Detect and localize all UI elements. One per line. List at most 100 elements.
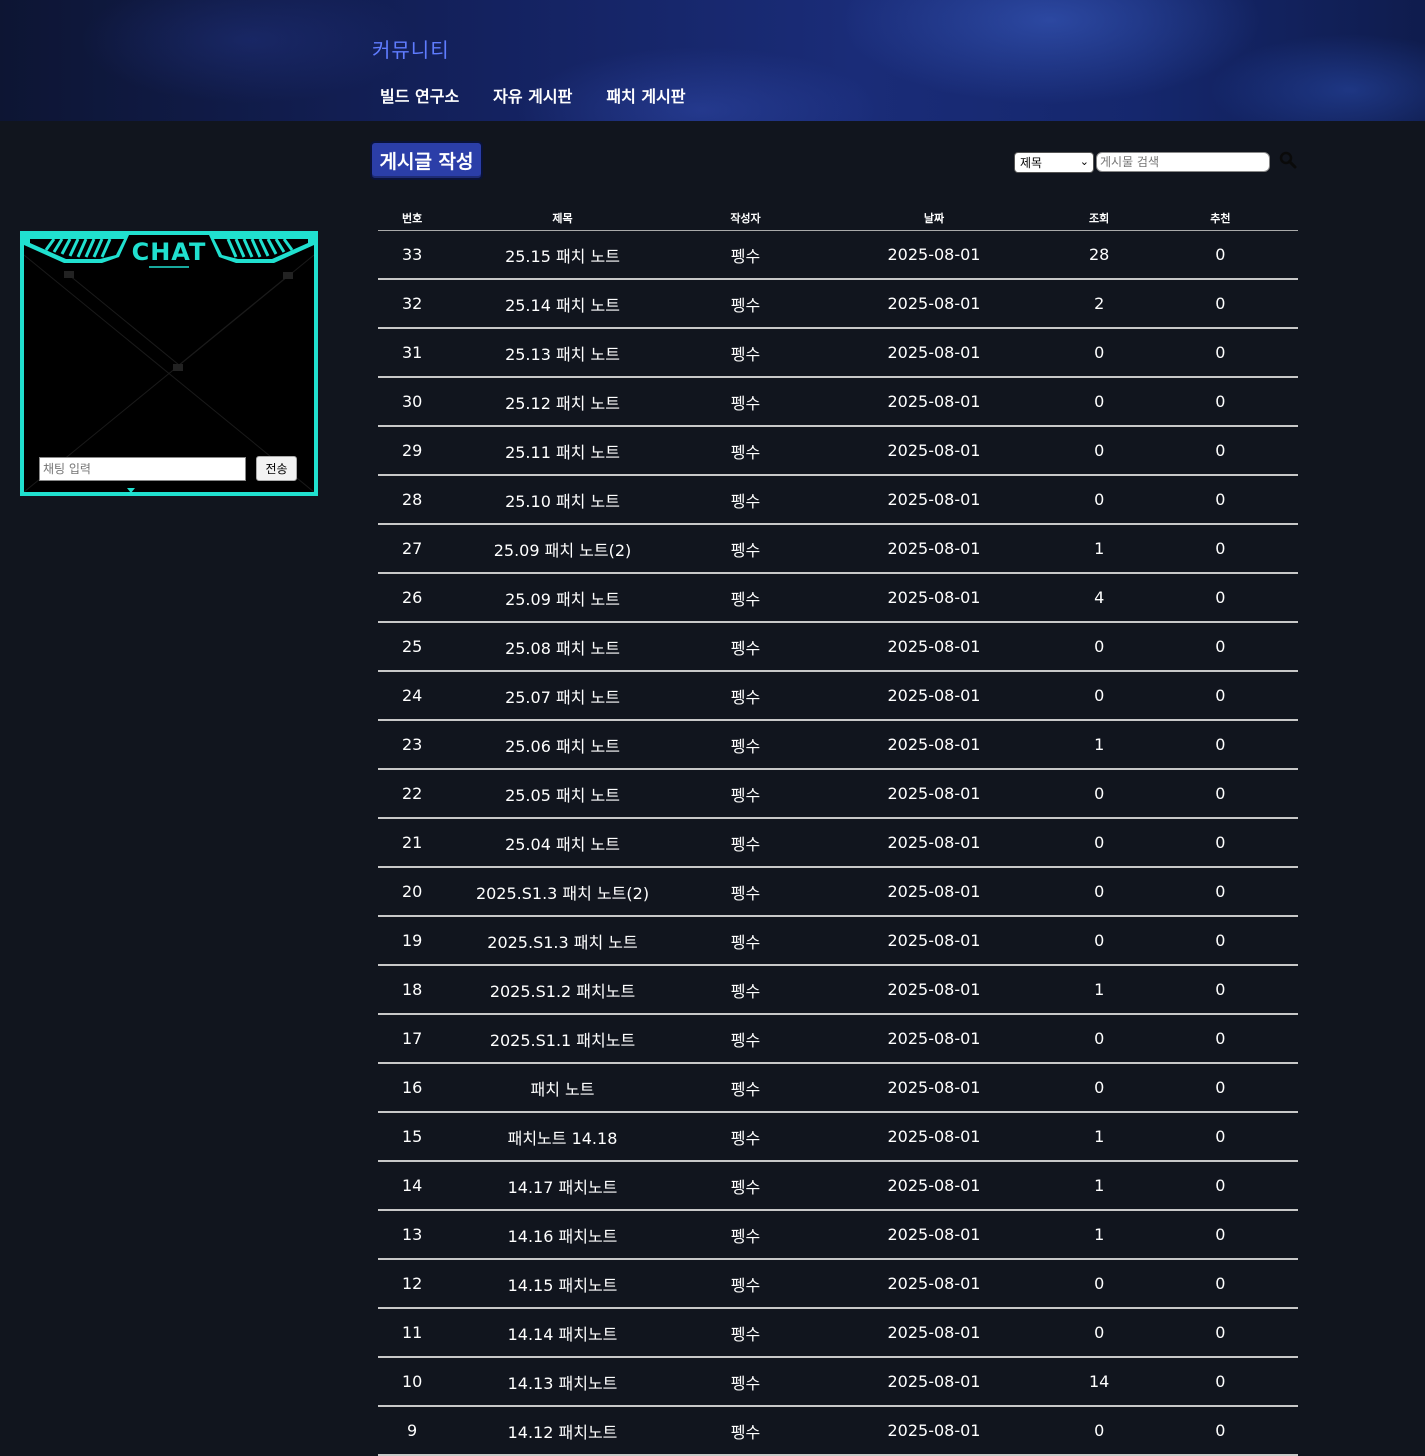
post-number: 23 [401, 735, 423, 754]
post-recommends: 0 [1215, 1372, 1226, 1391]
table-row[interactable]: 12 14.15 패치노트 펭수 2025-08-01 0 0 [378, 1260, 1298, 1309]
post-title[interactable]: 패치노트 14.18 [446, 1125, 678, 1149]
search-button[interactable] [1278, 150, 1298, 170]
post-number: 18 [401, 980, 423, 999]
post-number: 32 [401, 294, 423, 313]
post-title[interactable]: 25.15 패치 노트 [446, 243, 678, 267]
post-date: 2025-08-01 [887, 245, 981, 264]
col-recommend-header: 추천 [1210, 211, 1231, 225]
post-views: 28 [1088, 245, 1110, 264]
post-date: 2025-08-01 [887, 343, 981, 362]
post-title[interactable]: 25.09 패치 노트 [446, 586, 678, 610]
table-row[interactable]: 10 14.13 패치노트 펭수 2025-08-01 14 0 [378, 1358, 1298, 1407]
table-row[interactable]: 33 25.15 패치 노트 펭수 2025-08-01 28 0 [378, 231, 1298, 280]
post-title[interactable]: 25.04 패치 노트 [446, 831, 678, 855]
table-row[interactable]: 26 25.09 패치 노트 펭수 2025-08-01 4 0 [378, 574, 1298, 623]
post-views: 0 [1094, 441, 1105, 460]
post-author: 펭수 [730, 1079, 761, 1099]
post-date: 2025-08-01 [887, 784, 981, 803]
post-title[interactable]: 14.13 패치노트 [446, 1370, 678, 1394]
table-row[interactable]: 28 25.10 패치 노트 펭수 2025-08-01 0 0 [378, 476, 1298, 525]
post-recommends: 0 [1215, 1225, 1226, 1244]
post-title[interactable]: 14.17 패치노트 [446, 1174, 678, 1198]
post-title[interactable]: 25.07 패치 노트 [446, 684, 678, 708]
post-title[interactable]: 14.12 패치노트 [446, 1419, 678, 1443]
nav-free-board[interactable]: 자유 게시판 [493, 83, 572, 107]
post-views: 4 [1094, 588, 1105, 607]
table-row[interactable]: 32 25.14 패치 노트 펭수 2025-08-01 2 0 [378, 280, 1298, 329]
write-post-button[interactable]: 게시글 작성 [370, 141, 483, 180]
post-author: 펭수 [730, 687, 761, 707]
table-row[interactable]: 13 14.16 패치노트 펭수 2025-08-01 1 0 [378, 1211, 1298, 1260]
nav-patch-board[interactable]: 패치 게시판 [606, 83, 685, 107]
post-title[interactable]: 2025.S1.3 패치 노트(2) [446, 880, 678, 904]
post-title[interactable]: 패치 노트 [446, 1076, 678, 1100]
post-author: 펭수 [730, 1177, 761, 1197]
post-author: 펭수 [730, 1275, 761, 1295]
table-row[interactable]: 14 14.17 패치노트 펭수 2025-08-01 1 0 [378, 1162, 1298, 1211]
table-row[interactable]: 30 25.12 패치 노트 펭수 2025-08-01 0 0 [378, 378, 1298, 427]
post-title[interactable]: 25.05 패치 노트 [446, 782, 678, 806]
table-row[interactable]: 25 25.08 패치 노트 펭수 2025-08-01 0 0 [378, 623, 1298, 672]
post-author: 펭수 [730, 246, 761, 266]
nav-build-lab[interactable]: 빌드 연구소 [380, 83, 459, 107]
table-row[interactable]: 19 2025.S1.3 패치 노트 펭수 2025-08-01 0 0 [378, 917, 1298, 966]
table-row[interactable]: 15 패치노트 14.18 펭수 2025-08-01 1 0 [378, 1113, 1298, 1162]
table-row[interactable]: 9 14.12 패치노트 펭수 2025-08-01 0 0 [378, 1407, 1298, 1456]
site-title[interactable]: 커뮤니티 [372, 34, 450, 63]
post-number: 29 [401, 441, 423, 460]
post-table: 번호 제목 작성자 날짜 조회 추천 33 25.15 패치 노트 펭수 2025-0… [378, 205, 1298, 1456]
post-title[interactable]: 14.15 패치노트 [446, 1272, 678, 1296]
post-title[interactable]: 2025.S1.2 패치노트 [446, 978, 678, 1002]
post-title[interactable]: 2025.S1.1 패치노트 [446, 1027, 678, 1051]
chevron-down-icon: ⌄ [1079, 155, 1089, 168]
table-row[interactable]: 23 25.06 패치 노트 펭수 2025-08-01 1 0 [378, 721, 1298, 770]
table-row[interactable]: 21 25.04 패치 노트 펭수 2025-08-01 0 0 [378, 819, 1298, 868]
table-row[interactable]: 24 25.07 패치 노트 펭수 2025-08-01 0 0 [378, 672, 1298, 721]
post-views: 1 [1094, 1225, 1105, 1244]
table-row[interactable]: 29 25.11 패치 노트 펭수 2025-08-01 0 0 [378, 427, 1298, 476]
chat-send-button[interactable]: 전송 [256, 456, 297, 481]
col-views-header: 조회 [1089, 211, 1110, 225]
post-views: 2 [1094, 294, 1105, 313]
post-date: 2025-08-01 [887, 441, 981, 460]
post-date: 2025-08-01 [887, 1029, 981, 1048]
search-input[interactable] [1096, 152, 1270, 172]
post-title[interactable]: 25.10 패치 노트 [446, 488, 678, 512]
post-title[interactable]: 25.09 패치 노트(2) [446, 537, 678, 561]
chat-frame-decoration [24, 235, 314, 492]
table-row[interactable]: 31 25.13 패치 노트 펭수 2025-08-01 0 0 [378, 329, 1298, 378]
post-recommends: 0 [1215, 735, 1226, 754]
post-number: 28 [401, 490, 423, 509]
table-row[interactable]: 18 2025.S1.2 패치노트 펭수 2025-08-01 1 0 [378, 966, 1298, 1015]
post-author: 펭수 [730, 785, 761, 805]
post-title[interactable]: 14.14 패치노트 [446, 1321, 678, 1345]
table-row[interactable]: 20 2025.S1.3 패치 노트(2) 펭수 2025-08-01 0 0 [378, 868, 1298, 917]
post-title[interactable]: 2025.S1.3 패치 노트 [446, 929, 678, 953]
post-title[interactable]: 14.16 패치노트 [446, 1223, 678, 1247]
post-title[interactable]: 25.14 패치 노트 [446, 292, 678, 316]
post-title[interactable]: 25.13 패치 노트 [446, 341, 678, 365]
table-row[interactable]: 22 25.05 패치 노트 펭수 2025-08-01 0 0 [378, 770, 1298, 819]
post-views: 1 [1094, 735, 1105, 754]
table-row[interactable]: 11 14.14 패치노트 펭수 2025-08-01 0 0 [378, 1309, 1298, 1358]
post-title[interactable]: 25.06 패치 노트 [446, 733, 678, 757]
post-number: 9 [407, 1421, 418, 1440]
post-title[interactable]: 25.08 패치 노트 [446, 635, 678, 659]
chat-input[interactable] [39, 457, 246, 481]
post-author: 펭수 [730, 1373, 761, 1393]
post-author: 펭수 [730, 393, 761, 413]
post-recommends: 0 [1215, 1127, 1226, 1146]
post-recommends: 0 [1215, 833, 1226, 852]
table-row[interactable]: 16 패치 노트 펭수 2025-08-01 0 0 [378, 1064, 1298, 1113]
search-field-select[interactable]: 제목 ⌄ [1014, 152, 1094, 173]
post-author: 펭수 [730, 344, 761, 364]
post-date: 2025-08-01 [887, 637, 981, 656]
table-row[interactable]: 27 25.09 패치 노트(2) 펭수 2025-08-01 1 0 [378, 525, 1298, 574]
post-title[interactable]: 25.11 패치 노트 [446, 439, 678, 463]
post-views: 1 [1094, 1176, 1105, 1195]
post-date: 2025-08-01 [887, 686, 981, 705]
table-row[interactable]: 17 2025.S1.1 패치노트 펭수 2025-08-01 0 0 [378, 1015, 1298, 1064]
post-title[interactable]: 25.12 패치 노트 [446, 390, 678, 414]
post-recommends: 0 [1215, 1078, 1226, 1097]
